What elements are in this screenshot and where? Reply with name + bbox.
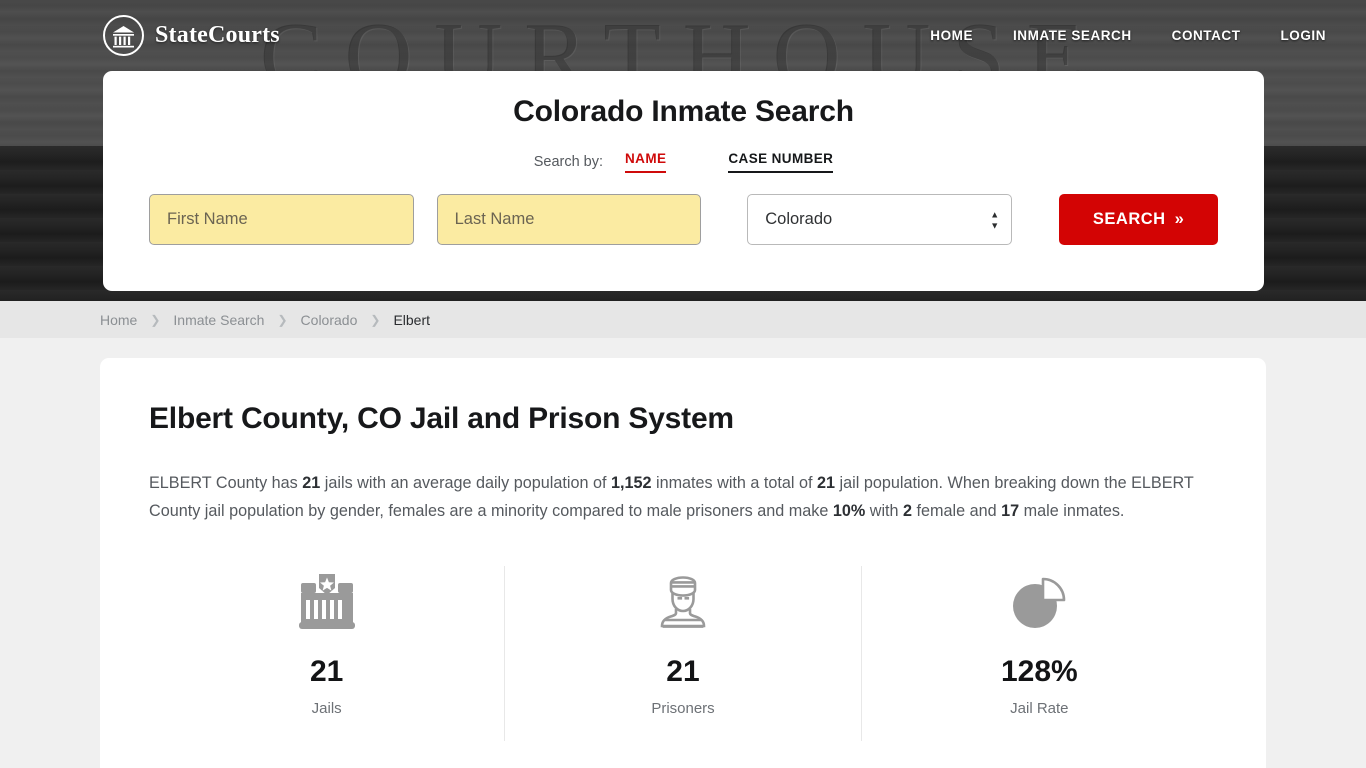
stat-prisoners-label: Prisoners [651, 700, 715, 717]
nav-item-login[interactable]: LOGIN [1281, 28, 1327, 43]
chevron-updown-icon: ▲ ▼ [990, 209, 1000, 230]
summary-avg-daily-population: 1,152 [610, 474, 652, 492]
brand-name: StateCourts [155, 22, 280, 48]
courthouse-circle-logo-icon [103, 15, 144, 56]
breadcrumb-separator-icon: ❯ [150, 312, 161, 327]
stat-prisoners-value: 21 [666, 655, 700, 688]
summary-part-1: ELBERT County has [149, 474, 303, 492]
search-card-title: Colorado Inmate Search [513, 95, 854, 128]
double-chevron-right-icon: » [1174, 210, 1185, 228]
first-name-input[interactable] [149, 194, 414, 245]
summary-male-count: 17 [1001, 502, 1020, 520]
search-by-label: Search by: [533, 154, 604, 170]
stat-jails: 21 Jails [149, 566, 504, 741]
state-select-value: Colorado [765, 210, 833, 228]
main-nav: HOME INMATE SEARCH CONTACT LOGIN [930, 28, 1326, 43]
summary-part-2: jails with an average daily population o… [320, 474, 611, 492]
stat-jail-rate-label: Jail Rate [1010, 700, 1069, 717]
prisoner-icon [505, 572, 860, 634]
stat-jails-value: 21 [309, 655, 344, 688]
summary-part-3: inmates with a total of [651, 474, 818, 492]
search-button[interactable]: SEARCH » [1059, 194, 1219, 245]
summary-part-5: with [865, 502, 904, 520]
search-by-row: Search by: NAME CASE NUMBER [103, 151, 1264, 173]
pie-chart-icon [862, 572, 1217, 634]
nav-item-home[interactable]: HOME [930, 28, 973, 43]
jail-building-icon [149, 572, 504, 634]
breadcrumb-item-inmate-search[interactable]: Inmate Search [173, 312, 264, 328]
page-title: Elbert County, CO Jail and Prison System [149, 402, 734, 435]
hero-header: COURTHOUSE StateCourts HOME INMATE SEARC… [0, 0, 1366, 301]
summary-female-percent: 10% [832, 502, 866, 520]
summary-female-count: 2 [903, 502, 913, 520]
summary-part-7: male inmates. [1019, 502, 1125, 520]
last-name-input[interactable] [436, 194, 702, 245]
county-info-card: Elbert County, CO Jail and Prison System… [100, 358, 1266, 768]
county-stats: 21 Jails 21 Prisoners 128% Jail Rate [149, 566, 1217, 741]
stat-jail-rate-value: 128% [1000, 655, 1078, 688]
page-content: Elbert County, CO Jail and Prison System… [0, 338, 1366, 768]
stat-jail-rate: 128% Jail Rate [860, 566, 1217, 741]
breadcrumb-item-home[interactable]: Home [100, 312, 137, 328]
tab-search-by-name[interactable]: NAME [625, 151, 667, 173]
summary-jails-count: 21 [302, 474, 321, 492]
breadcrumb-item-colorado[interactable]: Colorado [301, 312, 358, 328]
brand-logo[interactable]: StateCourts [103, 15, 280, 56]
breadcrumb-separator-icon: ❯ [277, 312, 288, 327]
search-form: Colorado ▲▼ SEARCH » [103, 194, 1264, 245]
state-select[interactable]: Colorado ▲ ▼ [747, 194, 1013, 245]
breadcrumb: Home ❯ Inmate Search ❯ Colorado ❯ Elbert [0, 301, 1366, 338]
tab-search-by-case-number[interactable]: CASE NUMBER [728, 151, 834, 173]
nav-item-inmate-search[interactable]: INMATE SEARCH [1013, 28, 1132, 43]
search-button-label: SEARCH [1092, 210, 1166, 228]
county-summary-paragraph: ELBERT County has 21 jails with an avera… [149, 469, 1211, 525]
summary-total-jail-population: 21 [817, 474, 836, 492]
nav-item-contact[interactable]: CONTACT [1172, 28, 1241, 43]
stat-prisoners: 21 Prisoners [504, 566, 860, 741]
breadcrumb-item-elbert: Elbert [393, 311, 431, 328]
summary-part-6: female and [912, 502, 1002, 520]
stat-jails-label: Jails [311, 700, 342, 717]
inmate-search-card: Colorado Inmate Search Search by: NAME C… [103, 71, 1264, 291]
breadcrumb-separator-icon: ❯ [370, 312, 381, 327]
top-navigation-bar: StateCourts HOME INMATE SEARCH CONTACT L… [0, 0, 1366, 71]
